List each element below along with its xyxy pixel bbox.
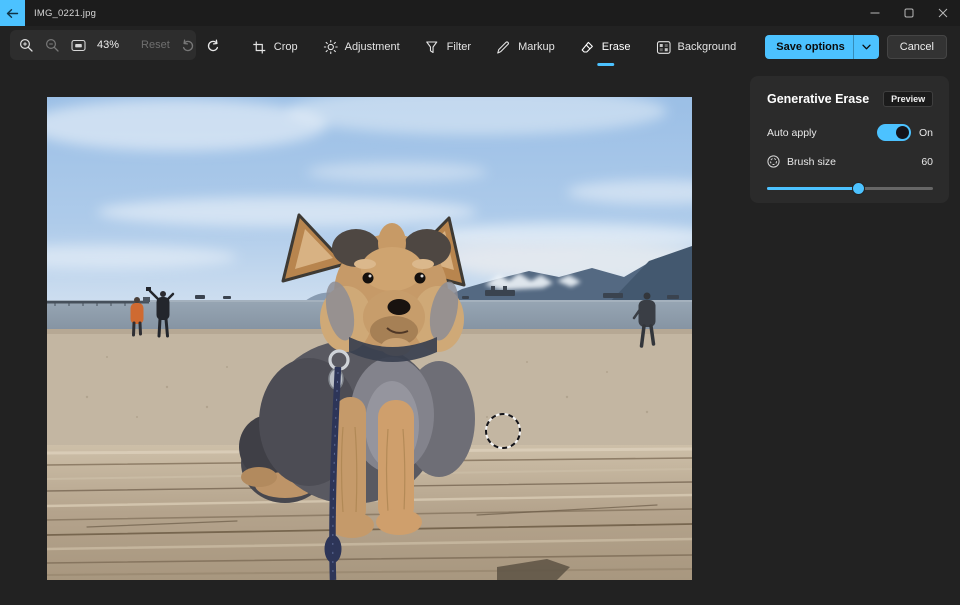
tab-label: Background	[678, 41, 737, 53]
toolbar-actions: Save options Cancel	[765, 35, 947, 59]
tab-filter[interactable]: Filter	[426, 32, 471, 62]
back-button[interactable]	[0, 0, 25, 26]
tab-markup[interactable]: Markup	[497, 32, 555, 62]
tab-label: Adjustment	[345, 41, 400, 53]
save-options-button[interactable]: Save options	[765, 35, 878, 59]
minimize-icon	[870, 8, 880, 18]
photo-canvas[interactable]	[47, 97, 692, 580]
maximize-button[interactable]	[892, 0, 926, 26]
back-arrow-icon	[6, 8, 19, 19]
file-name: IMG_0221.jpg	[34, 8, 96, 19]
tab-erase[interactable]: Erase	[581, 32, 631, 62]
toolbar: 43% Reset Crop	[0, 26, 960, 68]
maximize-icon	[904, 8, 914, 18]
auto-apply-label: Auto apply	[767, 127, 817, 139]
zoom-in-icon	[19, 38, 34, 53]
tab-label: Filter	[447, 41, 471, 53]
zoom-out-icon	[45, 38, 60, 53]
fit-to-window-icon	[71, 39, 86, 52]
window-controls	[858, 0, 960, 26]
tab-adjustment[interactable]: Adjustment	[324, 32, 400, 62]
adjustment-icon	[324, 40, 338, 54]
chevron-down-icon	[862, 44, 871, 50]
beach-dog-photo	[47, 97, 692, 580]
brush-size-label: Brush size	[787, 156, 836, 168]
cancel-label: Cancel	[900, 41, 934, 53]
brush-size-icon	[767, 155, 780, 168]
generative-erase-panel: Generative Erase Preview Auto apply On	[750, 76, 949, 203]
fit-to-window-button[interactable]	[71, 38, 86, 53]
tab-background[interactable]: Background	[657, 32, 737, 62]
save-options-label: Save options	[765, 41, 852, 53]
canvas-area	[0, 68, 740, 605]
auto-apply-toggle[interactable]	[877, 124, 911, 141]
close-button[interactable]	[926, 0, 960, 26]
reset-button[interactable]: Reset	[141, 39, 170, 51]
brush-size-row: Brush size 60	[767, 155, 933, 168]
zoom-out-button[interactable]	[45, 38, 60, 53]
redo-button[interactable]	[206, 38, 220, 53]
cancel-button[interactable]: Cancel	[887, 35, 947, 59]
brush-size-value: 60	[921, 156, 933, 168]
titlebar: IMG_0221.jpg	[0, 0, 960, 26]
panel-title: Generative Erase	[767, 92, 869, 106]
redo-icon	[206, 39, 220, 52]
save-options-dropdown[interactable]	[854, 44, 879, 50]
tab-label: Markup	[518, 41, 555, 53]
toggle-knob	[896, 126, 909, 139]
photos-app-window: IMG_0221.jpg	[0, 0, 960, 605]
close-icon	[938, 8, 948, 18]
side-area: Generative Erase Preview Auto apply On	[740, 68, 960, 605]
undo-icon	[181, 39, 195, 52]
slider-fill	[767, 187, 858, 190]
markup-pen-icon	[497, 40, 511, 54]
tab-label: Erase	[602, 41, 631, 53]
filter-icon	[426, 40, 440, 54]
auto-apply-state: On	[919, 127, 933, 139]
auto-apply-row: Auto apply On	[767, 124, 933, 141]
tab-crop[interactable]: Crop	[253, 32, 298, 62]
brush-size-slider[interactable]	[767, 181, 933, 195]
zoom-toolbar: 43% Reset	[10, 30, 196, 60]
zoom-in-button[interactable]	[19, 38, 34, 53]
preview-badge: Preview	[883, 91, 933, 107]
minimize-button[interactable]	[858, 0, 892, 26]
erase-icon	[581, 40, 595, 54]
background-icon	[657, 40, 671, 54]
undo-button[interactable]	[181, 38, 195, 53]
crop-icon	[253, 40, 267, 54]
slider-thumb[interactable]	[852, 182, 865, 195]
edit-mode-tabs: Crop Adjustment Filter	[253, 26, 736, 68]
zoom-level-value: 43%	[97, 39, 119, 51]
tab-label: Crop	[274, 41, 298, 53]
